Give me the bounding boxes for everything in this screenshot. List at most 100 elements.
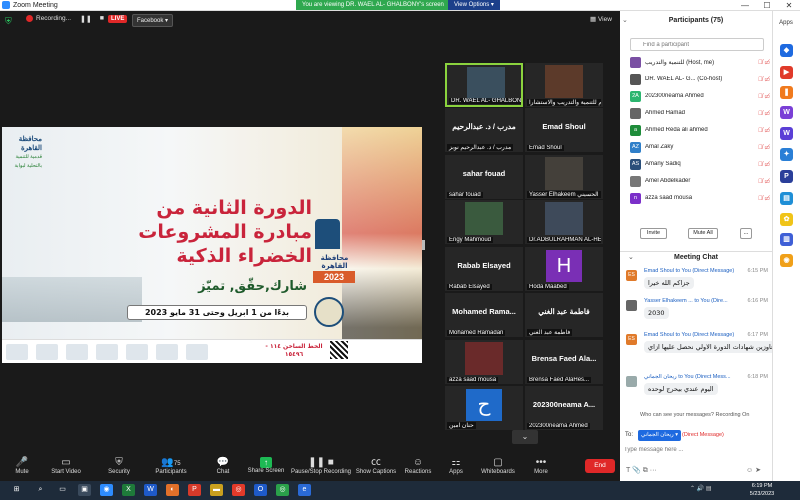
participant-video-tile[interactable]: Mohamed Rama... Mohamed Ramadan	[445, 293, 523, 337]
more-dots-icon: •••	[535, 457, 547, 468]
chat-message-text[interactable]: عاوزين شهادات الدورة الاولي نحصل عليها ا…	[644, 341, 779, 353]
emoji-icon[interactable]: ☺	[746, 467, 753, 474]
stop-recording-icon[interactable]: ■	[100, 15, 104, 23]
view-layout-button[interactable]: ▦ View	[590, 15, 612, 23]
word-icon[interactable]: W	[144, 484, 157, 496]
more-button[interactable]: ••• More	[513, 457, 569, 475]
participant-video-tile[interactable]: Rabab Elsayed Rabab Elsayed	[445, 247, 523, 291]
cairo-tower-icon	[315, 219, 340, 249]
participant-video-tile[interactable]: Dr.ADBULRAHMAN AL-HEMMADI	[525, 200, 603, 244]
share-screen-button[interactable]: ↑ Share Screen	[238, 457, 294, 474]
avatar	[630, 73, 641, 85]
folder-icon[interactable]: ▬	[210, 484, 223, 496]
participant-row[interactable]: Ahmed Hamad 🎙̸ ▭̸	[624, 106, 770, 120]
maximize-button[interactable]: ☐	[756, 0, 778, 11]
participant-row[interactable]: DR. WAEL AL- G... (Co-host) 🎙̸ ▭̸	[624, 72, 770, 86]
more-dots-icon[interactable]: ···	[650, 467, 657, 474]
participant-row[interactable]: n azza saad mousa 🎙̸ ▭̸	[624, 191, 770, 205]
app-icon[interactable]: P	[780, 170, 793, 183]
view-options-button[interactable]: View Options ▾	[448, 0, 500, 10]
tile-name-label: حنان امين	[447, 422, 476, 429]
app-icon[interactable]: W	[780, 127, 793, 140]
avatar: AS	[630, 158, 641, 170]
app-icon[interactable]: ✦	[780, 148, 793, 161]
split-resize-handle[interactable]	[422, 240, 425, 250]
initiative-seal-icon	[314, 297, 344, 327]
app-icon[interactable]: ◆	[780, 44, 793, 57]
format-icon[interactable]: T	[626, 467, 630, 474]
invite-button[interactable]: Invite	[640, 228, 667, 239]
chat-message-time: 6:16 PM	[745, 298, 768, 304]
file-explorer-icon[interactable]: ▣	[78, 484, 91, 496]
app-icon[interactable]: ◉	[780, 254, 793, 267]
app-icon[interactable]: ✿	[780, 213, 793, 226]
chat-message-text[interactable]: جزاكم الله خيرا	[644, 277, 694, 289]
participant-video-tile[interactable]: مدرب / د. عبدالرحيم مدرب / د. عبدالرحيم ن…	[445, 108, 523, 152]
chat-collapse-icon[interactable]: ⌄	[628, 253, 634, 261]
apps-rail-label: Apps	[779, 20, 793, 26]
search-icon[interactable]: ⌕	[34, 484, 47, 496]
app-icon[interactable]: W	[780, 106, 793, 119]
participant-video-tile[interactable]: H Hoda Maabed	[525, 247, 603, 291]
app-icon[interactable]: ◎	[276, 484, 289, 496]
find-participant-input[interactable]	[630, 38, 764, 51]
participant-video-tile[interactable]: مركز دعم للتنمية والتدريب والاستشارا	[525, 63, 603, 107]
app-icon[interactable]: ❚	[780, 86, 793, 99]
excel-icon[interactable]: X	[122, 484, 135, 496]
close-window-button[interactable]: ✕	[778, 0, 800, 11]
participant-row[interactable]: 2A 202300neama Ahmed 🎙̸ ▭̸	[624, 89, 770, 103]
participant-row[interactable]: Amel Abdelkader 🎙̸ ▭̸	[624, 174, 770, 188]
avatar: ح	[466, 389, 502, 421]
participant-video-tile[interactable]: azza saad mousa	[445, 340, 523, 384]
participants-button[interactable]: 👥75 Participants	[143, 457, 199, 475]
edge-icon[interactable]: e	[298, 484, 311, 496]
outlook-icon[interactable]: O	[254, 484, 267, 496]
participant-row[interactable]: للتنمية والتدريب (Host, me) 🎙̸ ▭̸	[624, 55, 770, 69]
minimize-button[interactable]: —	[734, 0, 756, 11]
chat-message-text[interactable]: 2030	[644, 307, 669, 319]
chat-visibility-notice[interactable]: Who can see your messages? Recording On	[640, 412, 749, 418]
security-button[interactable]: ⛨ Security	[91, 457, 147, 475]
chat-recipient-select[interactable]: ريحان الجماني ▾	[638, 430, 682, 441]
participant-video-tile[interactable]: ح حنان امين	[445, 386, 523, 430]
participant-row[interactable]: AZ Amal Zaky 🎙̸ ▭̸	[624, 140, 770, 154]
chat-message-input[interactable]	[624, 444, 768, 456]
end-meeting-button[interactable]: End	[585, 459, 615, 473]
participant-video-image	[465, 202, 503, 235]
start-video-button[interactable]: ▭ Start Video	[38, 457, 94, 475]
participant-video-tile[interactable]: DR. WAEL AL- GHALBONY	[445, 63, 523, 107]
participant-video-tile[interactable]: Yasser Elhakeem الحسيني	[525, 155, 603, 199]
mute-all-button[interactable]: Mute All	[688, 228, 718, 239]
encryption-shield-icon[interactable]: ⛨	[5, 16, 14, 26]
participant-row[interactable]: AS Amany Sadiq 🎙̸ ▭̸	[624, 157, 770, 171]
file-icon[interactable]: 📎	[632, 467, 641, 474]
chat-message-text[interactable]: اليوم عندي بيحرج لوحده	[644, 383, 718, 395]
participants-more-button[interactable]: ...	[740, 228, 752, 239]
powerpoint-icon[interactable]: P	[188, 484, 201, 496]
chat-message-time: 6:15 PM	[745, 268, 768, 274]
participant-video-tile[interactable]: Brensa Faed Ala... Brensa Faed AlaHes...	[525, 340, 603, 384]
participant-row[interactable]: a Ahmed Reda ali ahmed 🎙̸ ▭̸	[624, 123, 770, 137]
participant-video-tile[interactable]: 202300neama A... 202300neama Ahmed	[525, 386, 603, 430]
participant-video-tile[interactable]: Emad Shoul Emad Shoul	[525, 108, 603, 152]
livestream-facebook-button[interactable]: Facebook ▾	[132, 14, 174, 27]
app-icon[interactable]: ▤	[780, 192, 793, 205]
system-tray-icons[interactable]: ⌃ 🔊 ▤	[690, 485, 712, 492]
send-icon[interactable]: ➤	[755, 467, 761, 474]
pause-recording-icon[interactable]: ❚❚	[80, 15, 92, 23]
tile-name-label: azza saad mousa	[447, 377, 499, 383]
app-icon[interactable]: ▥	[780, 233, 793, 246]
zoom-taskbar-icon[interactable]: ◉	[100, 484, 113, 496]
participant-video-tile[interactable]: sahar fouad sahar fouad	[445, 155, 523, 199]
participant-video-tile[interactable]: Engy Mahmoud	[445, 200, 523, 244]
participant-video-tile[interactable]: فاطمة عبد الغني فاطمة عبد الغني	[525, 293, 603, 337]
firefox-icon[interactable]: ◐	[166, 484, 179, 496]
gallery-next-page-button[interactable]: ⌄	[512, 430, 538, 444]
screenshot-icon[interactable]: ⧉	[643, 467, 648, 474]
pause-stop-recording-button[interactable]: ❚❚ ■ Pause/Stop Recording	[290, 457, 352, 475]
task-view-icon[interactable]: ▭	[56, 484, 69, 496]
app-icon[interactable]: ▶	[780, 66, 793, 79]
chrome-icon[interactable]: ◎	[232, 484, 245, 496]
windows-start-icon[interactable]: ⊞	[10, 484, 23, 496]
taskbar-clock[interactable]: 6:19 PM 5/23/2023	[742, 482, 782, 498]
